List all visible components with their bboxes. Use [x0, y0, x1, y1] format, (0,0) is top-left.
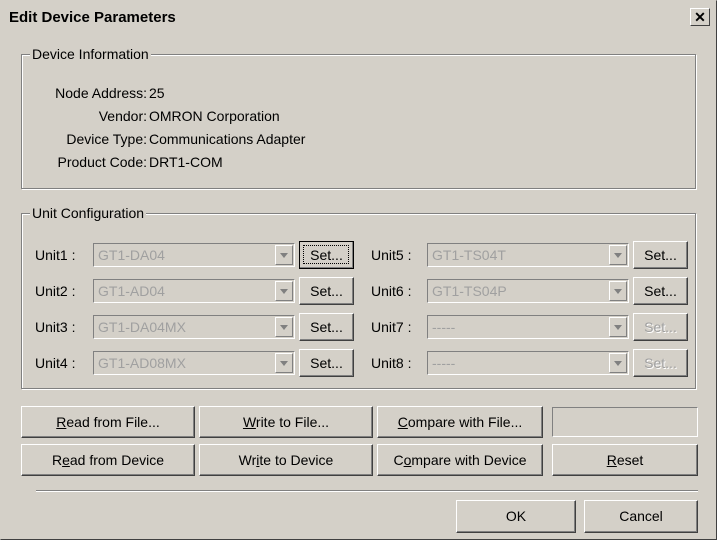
product-code-label: Product Code:	[57, 154, 148, 170]
unit1-combobox[interactable]: GT1-DA04	[93, 243, 295, 267]
write-to-file-button[interactable]: Write to File...	[199, 406, 373, 438]
unit2-value: GT1-AD04	[98, 283, 165, 299]
unit2-combobox[interactable]: GT1-AD04	[93, 279, 295, 303]
unit3-set-button[interactable]: Set...	[299, 313, 354, 341]
unit3-label: Unit3 :	[35, 319, 76, 335]
title-bar[interactable]: Edit Device Parameters ✕	[5, 5, 712, 31]
unit1-value: GT1-DA04	[98, 247, 165, 263]
unit7-label: Unit7 :	[371, 319, 412, 335]
unit7-combobox[interactable]: -----	[427, 315, 629, 339]
unit1-set-button[interactable]: Set...	[299, 241, 354, 269]
window-title: Edit Device Parameters	[9, 9, 176, 26]
unit1-label: Unit1 :	[35, 247, 76, 263]
unit6-value: GT1-TS04P	[432, 283, 507, 299]
chevron-down-icon[interactable]	[609, 281, 627, 301]
chevron-down-icon[interactable]	[275, 353, 293, 373]
write-to-device-button[interactable]: Write to Device	[199, 444, 373, 476]
device-type-value: Communications Adapter	[149, 131, 306, 147]
unit5-value: GT1-TS04T	[432, 247, 506, 263]
reset-button[interactable]: Reset	[552, 444, 698, 476]
node-address-value: 25	[149, 85, 165, 101]
unit-configuration-legend: Unit Configuration	[30, 205, 147, 221]
unit6-combobox[interactable]: GT1-TS04P	[427, 279, 629, 303]
node-address-label: Node Address:	[55, 85, 147, 101]
close-icon: ✕	[694, 9, 706, 25]
device-information-legend: Device Information	[30, 46, 151, 62]
unit5-combobox[interactable]: GT1-TS04T	[427, 243, 629, 267]
unit6-set-button[interactable]: Set...	[633, 277, 688, 305]
unit5-set-button[interactable]: Set...	[633, 241, 688, 269]
cancel-button[interactable]: Cancel	[584, 500, 698, 533]
ok-button[interactable]: OK	[456, 500, 576, 533]
vendor-value: OMRON Corporation	[149, 108, 280, 124]
unit3-value: GT1-DA04MX	[98, 319, 186, 335]
info-row-vendor: Vendor: OMRON Corporation	[11, 108, 280, 124]
unit4-label: Unit4 :	[35, 355, 76, 371]
unit7-set-button[interactable]: Set...	[633, 313, 688, 341]
separator-line	[36, 490, 698, 492]
unit7-value: -----	[432, 319, 456, 335]
chevron-down-icon[interactable]	[275, 281, 293, 301]
chevron-down-icon[interactable]	[609, 317, 627, 337]
unit8-value: -----	[432, 355, 456, 371]
product-code-value: DRT1-COM	[149, 154, 223, 170]
close-button[interactable]: ✕	[690, 8, 710, 26]
read-from-device-button[interactable]: Read from Device	[21, 444, 195, 476]
status-box	[552, 407, 698, 437]
unit4-value: GT1-AD08MX	[98, 355, 186, 371]
dialog-window: Edit Device Parameters ✕ Device Informat…	[0, 0, 717, 540]
unit4-set-button[interactable]: Set...	[299, 349, 354, 377]
vendor-label: Vendor:	[98, 108, 147, 124]
compare-with-device-button[interactable]: Compare with Device	[377, 444, 543, 476]
info-row-product-code: Product Code: DRT1-COM	[11, 154, 223, 170]
chevron-down-icon[interactable]	[275, 245, 293, 265]
read-from-file-button[interactable]: Read from File...	[21, 406, 195, 438]
unit8-set-button[interactable]: Set...	[633, 349, 688, 377]
unit2-set-button[interactable]: Set...	[299, 277, 354, 305]
device-type-label: Device Type:	[66, 131, 147, 147]
chevron-down-icon[interactable]	[275, 317, 293, 337]
info-row-node-address: Node Address: 25	[11, 85, 165, 101]
chevron-down-icon[interactable]	[609, 353, 627, 373]
unit3-combobox[interactable]: GT1-DA04MX	[93, 315, 295, 339]
unit5-label: Unit5 :	[371, 247, 412, 263]
unit8-combobox[interactable]: -----	[427, 351, 629, 375]
info-row-device-type: Device Type: Communications Adapter	[11, 131, 305, 147]
unit6-label: Unit6 :	[371, 283, 412, 299]
unit8-label: Unit8 :	[371, 355, 412, 371]
compare-with-file-button[interactable]: Compare with File...	[377, 406, 543, 438]
chevron-down-icon[interactable]	[609, 245, 627, 265]
unit2-label: Unit2 :	[35, 283, 76, 299]
unit4-combobox[interactable]: GT1-AD08MX	[93, 351, 295, 375]
